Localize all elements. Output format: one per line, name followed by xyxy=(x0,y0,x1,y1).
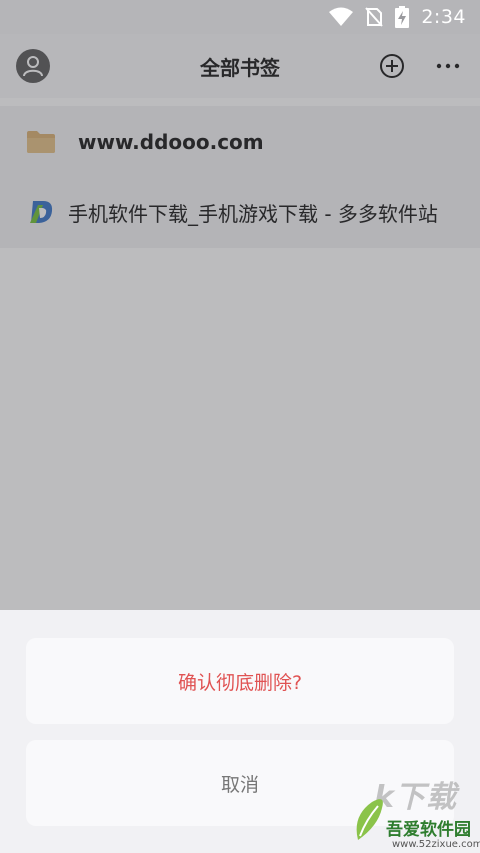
confirm-delete-button[interactable]: 确认彻底删除? xyxy=(26,638,454,724)
watermark: k下载 吾爱软件园 www.52zixue.com xyxy=(346,770,480,853)
wifi-icon xyxy=(329,7,354,26)
clock: 2:34 xyxy=(421,6,466,28)
modal-scrim[interactable] xyxy=(0,0,480,610)
no-sim-icon xyxy=(365,7,384,27)
watermark-big-text: k下载 xyxy=(374,780,457,815)
watermark-url: www.52zixue.com xyxy=(392,839,480,850)
battery-charging-icon xyxy=(395,6,410,28)
watermark-name: 吾爱软件园 xyxy=(386,820,471,840)
status-bar: 2:34 xyxy=(0,0,480,34)
screen: 全部书签 www.ddooo.com 手机软件下载_手机游戏下载 - 多多软件站… xyxy=(0,0,480,853)
leaf-logo-icon xyxy=(356,799,383,840)
